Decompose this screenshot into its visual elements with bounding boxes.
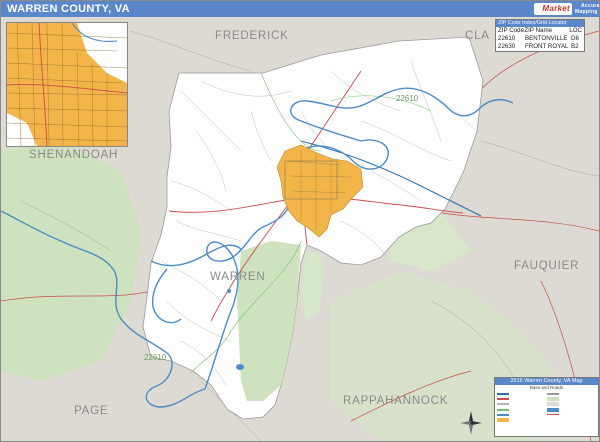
pond xyxy=(227,289,231,293)
zip-header-name: ZIP Name xyxy=(524,27,553,34)
table-row: 22610 BENTONVILLE D6 xyxy=(496,35,584,43)
legend-col-left xyxy=(497,391,547,423)
compass-rose-icon xyxy=(460,411,482,435)
label-page: PAGE xyxy=(74,405,109,417)
zip-code: 22630 xyxy=(498,43,516,50)
brand-tagline: Accurate Mapping xyxy=(575,3,600,15)
zip-loc: D6 xyxy=(571,35,579,42)
zip-name: FRONT ROYAL xyxy=(525,43,569,50)
label-frederick: FREDERICK xyxy=(215,30,289,42)
legend-columns xyxy=(495,391,598,423)
map-frame: WARREN COUNTY, VA Market Accurate Mappin… xyxy=(0,0,600,442)
legend-swatch xyxy=(546,396,559,401)
legend-swatch-row xyxy=(546,412,597,417)
brand-logo-text: Market xyxy=(534,3,572,15)
inset-canvas xyxy=(7,23,127,146)
zip-label-north: 22610 xyxy=(396,94,419,103)
label-shenandoah: SHENANDOAH xyxy=(29,149,119,161)
zip-loc: B2 xyxy=(571,43,579,50)
zip-label-south: 22610 xyxy=(144,353,167,362)
legend-swatch-row xyxy=(497,417,547,423)
legend-swatch xyxy=(546,402,559,407)
legend-col-right xyxy=(546,391,597,423)
zip-name: BENTONVILLE xyxy=(525,35,568,42)
label-clarke: CLA xyxy=(465,30,490,42)
label-warren: WARREN xyxy=(210,271,266,283)
zip-table-caption: ZIP Code Index/Grid Locator xyxy=(496,20,584,27)
map-legend: 2016 Warren County, VA Map Base and Road… xyxy=(494,377,599,437)
table-row: 22630 FRONT ROYAL B2 xyxy=(496,43,584,51)
legend-swatch xyxy=(497,403,509,406)
legend-title: 2016 Warren County, VA Map xyxy=(495,378,598,385)
label-rappahannock: RAPPAHANNOCK xyxy=(343,395,449,407)
legend-swatch xyxy=(497,408,509,411)
label-fauquier: FAUQUIER xyxy=(514,260,580,272)
brand-logo: Market Accurate Mapping xyxy=(534,2,600,16)
legend-swatch xyxy=(497,392,509,395)
zip-header-loc: LOC xyxy=(569,27,582,34)
front-royal-inset-map xyxy=(6,22,128,147)
legend-swatch xyxy=(497,413,509,416)
zip-code-index-table: ZIP Code Index/Grid Locator ZIP Code ZIP… xyxy=(495,19,585,52)
legend-swatch xyxy=(546,414,559,416)
legend-swatch xyxy=(497,397,509,400)
zip-code: 22610 xyxy=(498,35,516,42)
zip-table-header: ZIP Code ZIP Name LOC xyxy=(496,27,584,35)
legend-swatch xyxy=(546,407,559,412)
title-bar: WARREN COUNTY, VA Market Accurate Mappin… xyxy=(1,1,599,17)
legend-swatch xyxy=(497,418,509,423)
legend-swatch xyxy=(546,392,559,395)
zip-header-code: ZIP Code xyxy=(498,27,525,34)
lake xyxy=(236,364,244,370)
map-title: WARREN COUNTY, VA xyxy=(7,3,130,15)
